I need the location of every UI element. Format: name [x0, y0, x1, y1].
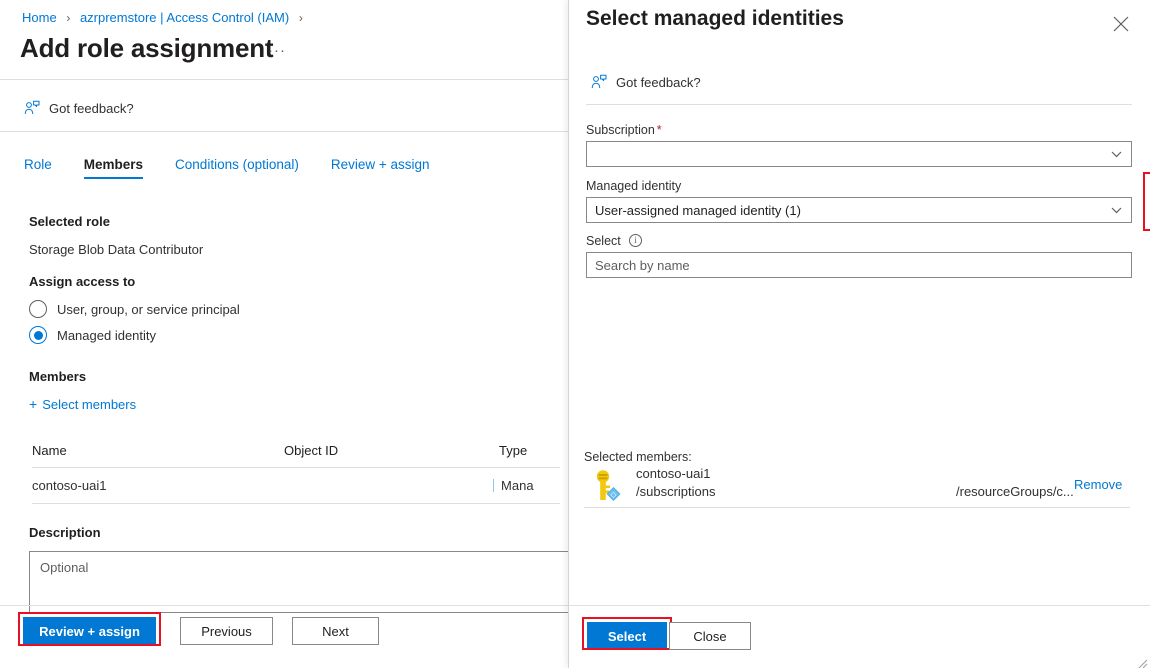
info-icon[interactable]: i	[629, 234, 642, 247]
managed-identity-key-icon: ◇	[590, 469, 622, 503]
radio-managed-identity[interactable]: Managed identity	[29, 326, 156, 344]
members-heading: Members	[29, 369, 87, 384]
subscription-dropdown[interactable]	[586, 141, 1132, 167]
cell-name: contoso-uai1	[32, 478, 107, 493]
select-field-label: Select	[586, 234, 621, 248]
selected-role-heading: Selected role	[29, 214, 110, 229]
description-heading: Description	[29, 525, 101, 540]
panel-title: Select managed identities	[586, 7, 844, 30]
select-members-label: Select members	[42, 397, 137, 412]
left-footer-divider	[0, 605, 568, 606]
column-header-name: Name	[32, 443, 67, 458]
close-button[interactable]: Close	[669, 622, 751, 650]
column-header-object-id: Object ID	[284, 443, 339, 458]
breadcrumb-item-home[interactable]: Home	[22, 10, 57, 25]
breadcrumb-item-resource[interactable]: azrpremstore | Access Control (IAM)	[80, 10, 289, 25]
chevron-down-icon	[1110, 148, 1123, 161]
type-indicator-bar	[492, 479, 495, 492]
column-header-type: Type	[499, 443, 528, 458]
breadcrumb: Home › azrpremstore | Access Control (IA…	[22, 10, 309, 25]
panel-footer-divider	[569, 605, 1150, 606]
got-feedback-label: Got feedback?	[49, 100, 134, 116]
selected-members-divider	[584, 507, 1130, 508]
panel-got-feedback-link[interactable]: Got feedback?	[591, 74, 701, 90]
selected-member-name: contoso-uai1	[636, 466, 711, 481]
managed-identity-label: Managed identity	[586, 179, 682, 193]
review-assign-button[interactable]: Review + assign	[23, 617, 156, 645]
add-role-assignment-page: Home › azrpremstore | Access Control (IA…	[0, 0, 568, 668]
select-members-button[interactable]: + Select members	[29, 397, 136, 412]
members-table: Name Object ID Type contoso-uai1 Mana	[32, 443, 568, 504]
description-input[interactable]: Optional	[29, 551, 568, 613]
members-table-header: Name Object ID Type	[32, 443, 568, 467]
tab-role[interactable]: Role	[24, 157, 68, 179]
page-title: Add role assignment	[20, 33, 274, 63]
select-button[interactable]: Select	[587, 622, 667, 650]
feedback-person-icon	[24, 100, 40, 116]
required-marker: *	[656, 123, 662, 137]
chevron-down-icon	[1110, 204, 1123, 217]
select-managed-identities-panel: Select managed identities Got feedback? …	[568, 0, 1150, 668]
selected-member-row: ◇ contoso-uai1 /subscriptions /resourceG…	[584, 466, 1130, 508]
members-table-row-divider	[32, 503, 560, 504]
feedback-divider	[0, 131, 568, 132]
subscription-label-text: Subscription	[586, 123, 655, 137]
plus-icon: +	[29, 396, 38, 412]
more-actions-button[interactable]: ···	[268, 42, 286, 60]
tab-conditions[interactable]: Conditions (optional)	[175, 157, 315, 179]
table-row[interactable]: contoso-uai1 Mana	[32, 468, 568, 503]
cell-type-label: Mana	[501, 478, 534, 493]
breadcrumb-separator: ›	[66, 11, 71, 25]
assign-access-to-heading: Assign access to	[29, 274, 136, 289]
radio-circle-user-group	[29, 300, 47, 318]
got-feedback-link[interactable]: Got feedback?	[24, 100, 134, 116]
highlight-box-managed-identity	[1143, 172, 1150, 231]
remove-member-link[interactable]: Remove	[1074, 477, 1122, 492]
header-divider	[0, 79, 568, 80]
radio-label-user-group: User, group, or service principal	[57, 301, 240, 317]
selected-member-subscription-path: /subscriptions	[636, 484, 716, 499]
panel-feedback-divider	[586, 104, 1132, 105]
close-icon[interactable]	[1110, 13, 1132, 35]
selected-members-label: Selected members:	[584, 450, 692, 464]
radio-label-managed-identity: Managed identity	[57, 327, 157, 343]
managed-identity-value: User-assigned managed identity (1)	[595, 202, 801, 218]
feedback-person-icon	[591, 74, 607, 90]
wizard-tabs: Role Members Conditions (optional) Revie…	[24, 157, 462, 179]
search-placeholder: Search by name	[595, 257, 690, 273]
description-placeholder: Optional	[40, 560, 89, 575]
next-button[interactable]: Next	[292, 617, 379, 645]
azure-portal-screen: Home › azrpremstore | Access Control (IA…	[0, 0, 1150, 668]
cell-type: Mana	[492, 478, 568, 493]
search-input[interactable]: Search by name	[586, 252, 1132, 278]
previous-button[interactable]: Previous	[180, 617, 273, 645]
resize-grip-icon[interactable]	[1138, 656, 1148, 668]
subscription-label: Subscription *	[586, 123, 662, 137]
selected-member-resource-path: /resourceGroups/c...	[956, 484, 1074, 499]
selected-role-value: Storage Blob Data Contributor	[29, 242, 204, 257]
managed-identity-dropdown[interactable]: User-assigned managed identity (1)	[586, 197, 1132, 223]
radio-circle-managed-identity	[29, 326, 47, 344]
radio-user-group-service-principal[interactable]: User, group, or service principal	[29, 300, 240, 318]
svg-text:◇: ◇	[610, 490, 617, 499]
panel-got-feedback-label: Got feedback?	[616, 74, 701, 90]
breadcrumb-separator-2: ›	[298, 11, 303, 25]
tab-review-assign[interactable]: Review + assign	[331, 157, 446, 179]
tab-members[interactable]: Members	[83, 157, 159, 179]
